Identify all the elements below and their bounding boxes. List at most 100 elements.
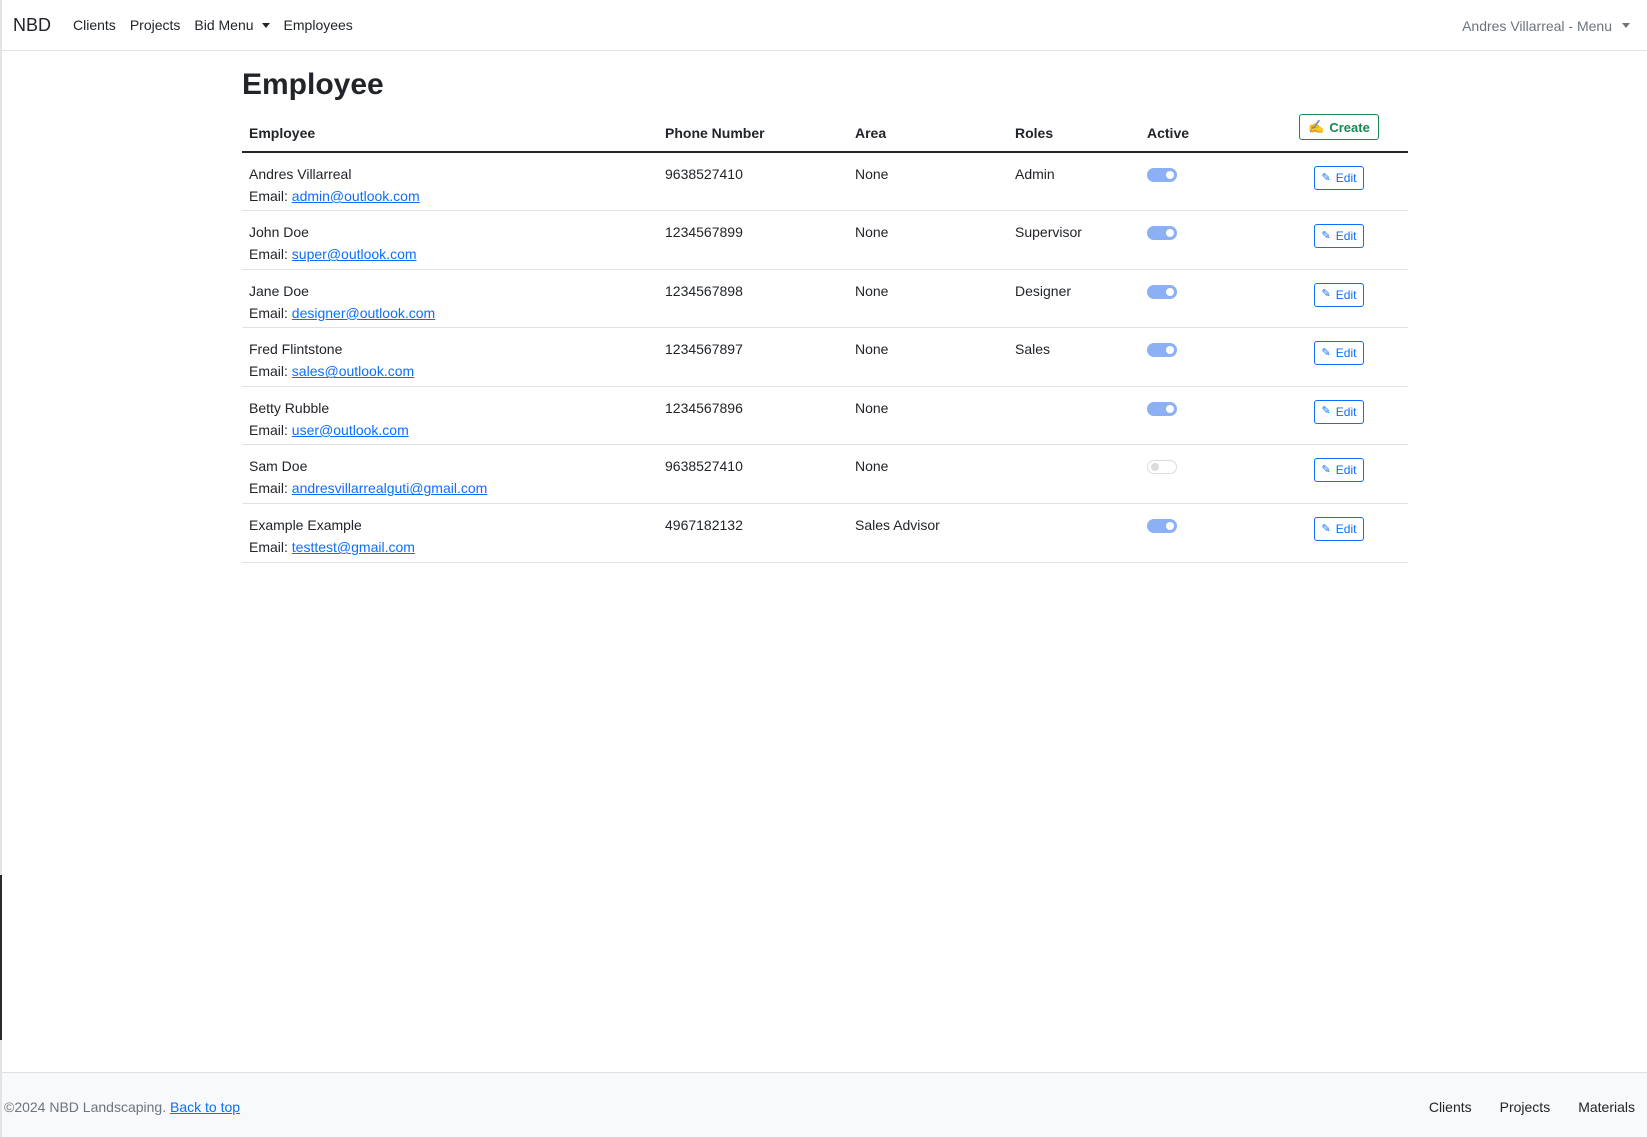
nav-link-projects[interactable]: Projects	[130, 17, 181, 33]
email-link[interactable]: admin@outlook.com	[292, 188, 420, 204]
active-toggle[interactable]	[1147, 519, 1177, 534]
active-toggle[interactable]	[1147, 284, 1177, 299]
roles-cell	[1008, 503, 1140, 563]
table-row: John Doe Email: super@outlook.com 12345678…	[242, 210, 1408, 270]
actions-cell: ✎ Edit	[1270, 503, 1408, 563]
roles-cell	[1008, 386, 1140, 446]
active-toggle[interactable]	[1147, 226, 1177, 241]
header-roles: Roles	[1008, 114, 1140, 153]
page-footer: ©2024 NBD Landscaping. Back to top Clien…	[2, 1072, 1647, 1137]
roles-cell: Sales	[1008, 327, 1140, 387]
writing-hand-icon: ✍	[1308, 119, 1325, 134]
employee-email-line: Email: designer@outlook.com	[249, 302, 651, 324]
edit-button-label: Edit	[1335, 287, 1357, 302]
pencil-icon: ✎	[1321, 522, 1331, 535]
employee-name: Sam Doe	[249, 458, 308, 475]
table-header-row: Employee Phone Number Area Roles Active …	[242, 114, 1408, 153]
active-toggle[interactable]	[1147, 460, 1177, 475]
edit-button-label: Edit	[1335, 522, 1357, 537]
employee-cell: Andres Villarreal Email: admin@outlook.co…	[242, 152, 658, 212]
edit-button-label: Edit	[1335, 346, 1357, 361]
pencil-icon: ✎	[1321, 463, 1331, 476]
employee-name: Betty Rubble	[249, 399, 330, 416]
actions-cell: ✎ Edit	[1270, 327, 1408, 387]
actions-cell: ✎ Edit	[1270, 269, 1408, 329]
roles-cell: Admin	[1008, 152, 1140, 212]
email-link[interactable]: designer@outlook.com	[292, 305, 435, 321]
active-toggle[interactable]	[1147, 343, 1177, 358]
nav-dropdown-bid-menu[interactable]: Bid Menu	[194, 17, 270, 33]
area-cell: None	[848, 210, 1008, 270]
edit-button[interactable]: ✎ Edit	[1313, 458, 1365, 483]
table-row: Example Example Email: testtest@gmail.com…	[242, 503, 1408, 563]
active-cell	[1140, 152, 1270, 212]
header-active: Active	[1140, 114, 1270, 153]
employee-email-line: Email: user@outlook.com	[249, 419, 651, 441]
roles-cell	[1008, 444, 1140, 505]
employee-email-line: Email: super@outlook.com	[249, 243, 651, 265]
active-cell	[1140, 210, 1270, 270]
employee-name: Example Example	[249, 517, 362, 534]
employee-cell: Jane Doe Email: designer@outlook.com	[242, 269, 658, 329]
pencil-icon: ✎	[1321, 229, 1331, 242]
area-cell: None	[848, 269, 1008, 329]
employee-email-line: Email: admin@outlook.com	[249, 185, 651, 207]
email-prefix: Email:	[249, 539, 288, 556]
pencil-icon: ✎	[1321, 171, 1331, 184]
area-cell: None	[848, 444, 1008, 505]
area-cell: None	[848, 327, 1008, 387]
window-edge-dark-segment	[0, 875, 2, 1040]
phone-cell: 1234567898	[658, 269, 848, 329]
user-menu-dropdown[interactable]: Andres Villarreal - Menu	[1462, 0, 1630, 51]
email-link[interactable]: user@outlook.com	[292, 422, 409, 438]
actions-cell: ✎ Edit	[1270, 386, 1408, 446]
header-employee: Employee	[242, 114, 658, 153]
edit-button[interactable]: ✎ Edit	[1313, 399, 1365, 424]
footer-copyright: ©2024 NBD Landscaping. Back to top	[4, 1099, 240, 1115]
employee-cell: Example Example Email: testtest@gmail.com	[242, 503, 658, 563]
actions-cell: ✎ Edit	[1270, 444, 1408, 505]
edit-button-label: Edit	[1335, 229, 1357, 244]
create-button[interactable]: ✍ Create	[1299, 114, 1379, 140]
roles-cell: Supervisor	[1008, 210, 1140, 270]
edit-button-label: Edit	[1335, 404, 1357, 419]
email-prefix: Email:	[249, 363, 288, 380]
nav-dropdown-bid-menu-label: Bid Menu	[194, 17, 254, 33]
active-toggle[interactable]	[1147, 401, 1177, 416]
email-link[interactable]: andresvillarrealguti@gmail.com	[292, 480, 488, 496]
edit-button[interactable]: ✎ Edit	[1313, 341, 1365, 366]
employee-name: Andres Villarreal	[249, 166, 352, 182]
employee-table: Employee Phone Number Area Roles Active …	[242, 114, 1408, 563]
edit-button[interactable]: ✎ Edit	[1313, 282, 1365, 307]
active-toggle[interactable]	[1147, 168, 1177, 182]
page-title: Employee	[242, 68, 384, 101]
footer-link-materials[interactable]: Materials	[1578, 1099, 1635, 1115]
actions-cell: ✎ Edit	[1270, 152, 1408, 212]
nav-link-employees[interactable]: Employees	[284, 17, 353, 33]
employee-name: John Doe	[249, 224, 309, 241]
email-link[interactable]: sales@outlook.com	[292, 363, 414, 379]
phone-cell: 1234567896	[658, 386, 848, 446]
footer-link-clients[interactable]: Clients	[1429, 1099, 1472, 1115]
email-link[interactable]: testtest@gmail.com	[292, 539, 415, 555]
header-area: Area	[848, 114, 1008, 153]
active-cell	[1140, 503, 1270, 563]
edit-button[interactable]: ✎ Edit	[1313, 224, 1365, 249]
edit-button[interactable]: ✎ Edit	[1313, 166, 1365, 190]
edit-button[interactable]: ✎ Edit	[1313, 517, 1365, 542]
brand-logo[interactable]: NBD	[13, 15, 51, 36]
phone-cell: 1234567897	[658, 327, 848, 387]
header-phone-number: Phone Number	[658, 114, 848, 153]
phone-cell: 1234567899	[658, 210, 848, 270]
area-cell: None	[848, 152, 1008, 212]
copyright-text: ©2024 NBD Landscaping.	[4, 1099, 167, 1115]
email-link[interactable]: super@outlook.com	[292, 246, 417, 262]
roles-cell: Designer	[1008, 269, 1140, 329]
top-navbar: NBD Clients Projects Bid Menu Employees …	[2, 0, 1647, 51]
back-to-top-link[interactable]: Back to top	[170, 1099, 240, 1115]
actions-cell: ✎ Edit	[1270, 210, 1408, 270]
footer-link-projects[interactable]: Projects	[1500, 1099, 1551, 1115]
nav-link-clients[interactable]: Clients	[73, 17, 116, 33]
employee-cell: John Doe Email: super@outlook.com	[242, 210, 658, 270]
table-row: Sam Doe Email: andresvillarrealguti@gmail…	[242, 444, 1408, 505]
